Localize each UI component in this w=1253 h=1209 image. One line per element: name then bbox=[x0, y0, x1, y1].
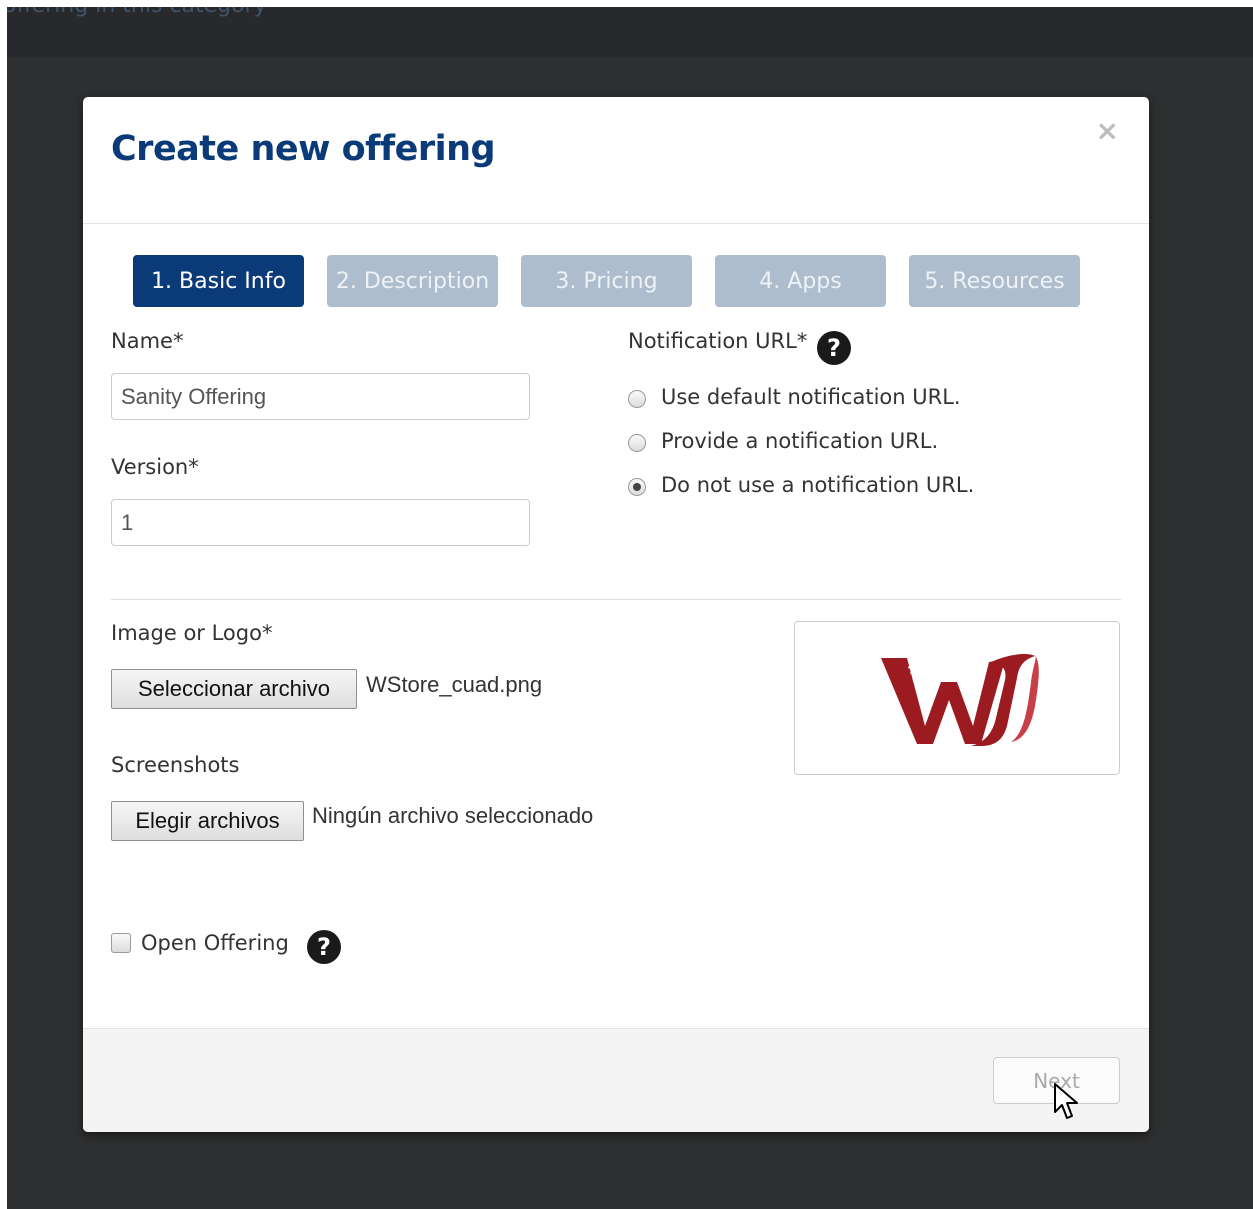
modal-footer: Next bbox=[83, 1028, 1149, 1132]
open-offering-label: Open Offering bbox=[141, 931, 289, 955]
radio-label: Provide a notification URL. bbox=[661, 429, 939, 453]
name-input[interactable]: Sanity Offering bbox=[111, 373, 530, 420]
image-file-name: WStore_cuad.png bbox=[366, 672, 543, 697]
name-label: Name* bbox=[111, 329, 184, 353]
radio-provide-url[interactable]: Provide a notification URL. bbox=[628, 426, 938, 456]
section-divider bbox=[111, 599, 1121, 600]
version-input[interactable]: 1 bbox=[111, 499, 530, 546]
image-logo-label: Image or Logo* bbox=[111, 621, 273, 645]
modal-header: Create new offering × bbox=[83, 97, 1149, 224]
tab-basic-info[interactable]: 1. Basic Info bbox=[133, 255, 304, 307]
logo-preview: WStore bbox=[794, 621, 1120, 775]
wstore-logo-icon: WStore bbox=[881, 654, 1039, 746]
tab-apps[interactable]: 4. Apps bbox=[715, 255, 886, 307]
create-offering-modal: Create new offering × 1. Basic Info 2. D… bbox=[83, 97, 1149, 1132]
screenshots-label: Screenshots bbox=[111, 753, 240, 777]
close-icon[interactable]: × bbox=[1096, 117, 1119, 145]
mouse-pointer-icon bbox=[1054, 1083, 1078, 1119]
radio-button[interactable] bbox=[628, 434, 646, 452]
radio-label: Do not use a notification URL. bbox=[661, 473, 975, 497]
open-offering-help-icon[interactable]: ? bbox=[307, 930, 341, 964]
tab-description[interactable]: 2. Description bbox=[327, 255, 498, 307]
background-header: offering in this category bbox=[7, 7, 1253, 57]
choose-screenshots-button[interactable]: Elegir archivos bbox=[111, 801, 304, 841]
open-offering-checkbox[interactable] bbox=[111, 933, 131, 953]
tab-pricing[interactable]: 3. Pricing bbox=[521, 255, 692, 307]
version-label: Version* bbox=[111, 455, 199, 479]
select-image-button[interactable]: Seleccionar archivo bbox=[111, 669, 357, 709]
tab-resources[interactable]: 5. Resources bbox=[909, 255, 1080, 307]
notification-url-label: Notification URL* bbox=[628, 329, 808, 353]
radio-button-selected[interactable] bbox=[628, 478, 646, 496]
radio-label: Use default notification URL. bbox=[661, 385, 961, 409]
background-header-text: offering in this category bbox=[7, 7, 267, 18]
notification-help-icon[interactable]: ? bbox=[817, 331, 851, 365]
open-offering-option[interactable]: Open Offering bbox=[111, 931, 289, 955]
radio-button[interactable] bbox=[628, 390, 646, 408]
modal-title: Create new offering bbox=[111, 129, 496, 169]
radio-no-url[interactable]: Do not use a notification URL. bbox=[628, 470, 974, 500]
radio-default-url[interactable]: Use default notification URL. bbox=[628, 382, 961, 412]
screenshots-file-status: Ningún archivo seleccionado bbox=[312, 803, 594, 828]
